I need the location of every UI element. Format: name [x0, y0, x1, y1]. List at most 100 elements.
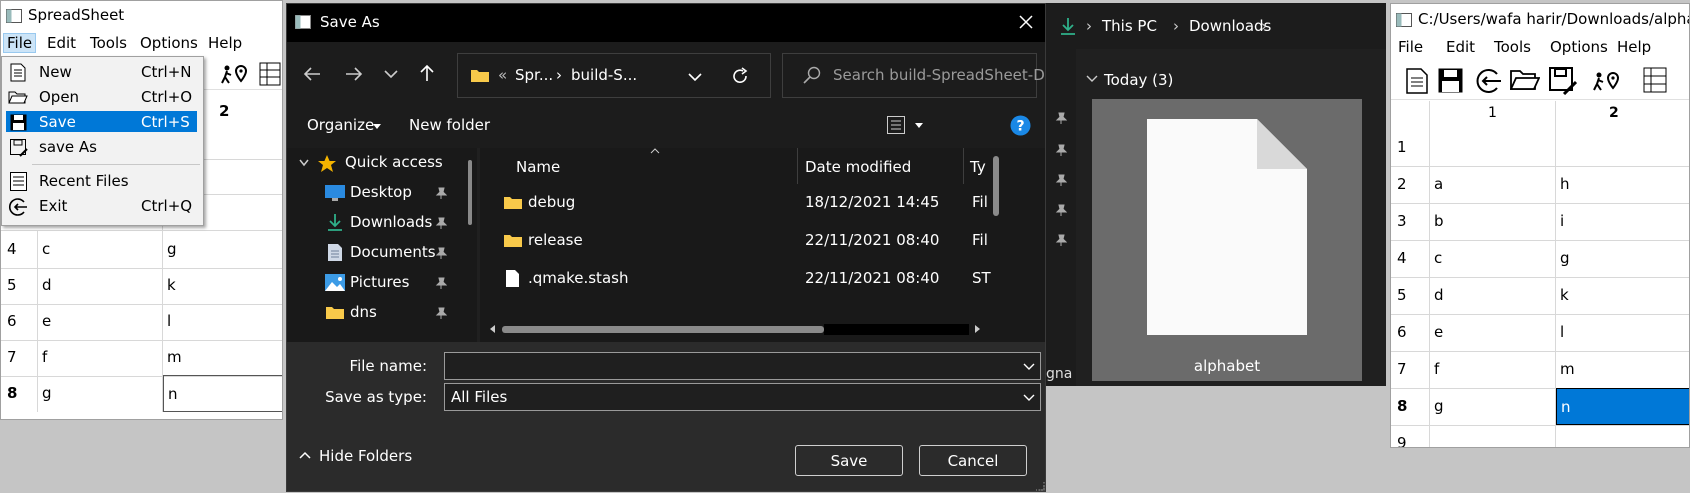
file-row[interactable]: release 22/11/2021 08:40 Fil	[480, 222, 1010, 260]
address-part[interactable]: build-S...	[571, 66, 637, 84]
table-cell-selected[interactable]: n	[1556, 388, 1689, 425]
close-icon[interactable]	[1018, 14, 1034, 30]
chevron-down-icon[interactable]	[1023, 394, 1035, 402]
exit-icon[interactable]	[1474, 67, 1502, 95]
table-cell[interactable]: l	[163, 303, 282, 340]
chevron-down-icon[interactable]	[1023, 363, 1035, 371]
open-folder-icon[interactable]	[1510, 69, 1540, 91]
table-cell[interactable]: g	[1556, 240, 1689, 277]
new-folder-button[interactable]: New folder	[409, 116, 490, 134]
menu-item-save-as[interactable]: save As	[2, 135, 205, 160]
chevron-down-icon[interactable]	[384, 69, 398, 79]
chevron-down-icon[interactable]	[688, 72, 702, 82]
vertical-scrollbar-thumb[interactable]	[993, 156, 999, 216]
table-cell[interactable]: c	[38, 231, 163, 268]
table-cell[interactable]: f	[1430, 351, 1556, 388]
table-cell[interactable]: a	[1430, 166, 1556, 203]
table-cell[interactable]: c	[1430, 240, 1556, 277]
menu-tools[interactable]: Tools	[1494, 38, 1531, 56]
menu-help[interactable]: Help	[208, 34, 242, 52]
table-cell[interactable]: k	[163, 267, 282, 304]
table-cell[interactable]: m	[163, 339, 282, 376]
find-location-icon[interactable]	[1593, 71, 1621, 91]
nav-item-dns[interactable]: dns	[287, 298, 477, 328]
menu-help[interactable]: Help	[1617, 38, 1651, 56]
nav-item-desktop[interactable]: Desktop	[287, 178, 477, 208]
table-icon[interactable]	[1643, 67, 1667, 93]
address-bar[interactable]: « Spr... › build-S...	[457, 53, 771, 98]
nav-item-quick-access[interactable]: Quick access	[287, 148, 477, 178]
menu-item-open[interactable]: Open Ctrl+O	[2, 85, 205, 110]
table-cell[interactable]: m	[1556, 351, 1689, 388]
table-cell[interactable]	[1556, 425, 1689, 447]
find-location-icon[interactable]	[221, 64, 249, 84]
file-name-input[interactable]	[444, 352, 1041, 380]
menu-item-exit[interactable]: Exit Ctrl+Q	[2, 194, 205, 219]
table-cell[interactable]: g	[1430, 388, 1556, 425]
table-cell[interactable]: d	[1430, 277, 1556, 314]
table-cell[interactable]	[1430, 425, 1556, 447]
table-cell[interactable]: k	[1556, 277, 1689, 314]
table-cell[interactable]: l	[1556, 314, 1689, 351]
menu-edit[interactable]: Edit	[1446, 38, 1475, 56]
search-box[interactable]: Search build-SpreadSheet-D...	[782, 53, 1045, 98]
file-row[interactable]: debug 18/12/2021 14:45 Fil	[480, 184, 1010, 222]
save-type-select[interactable]: All Files	[444, 383, 1041, 411]
menu-file[interactable]: File	[2, 33, 37, 53]
view-options-icon[interactable]	[887, 116, 905, 134]
scroll-right-icon[interactable]	[974, 324, 982, 334]
table-cell[interactable]: g	[163, 231, 282, 268]
menu-item-save[interactable]: Save Ctrl+S	[2, 110, 205, 135]
horizontal-scrollbar-thumb[interactable]	[502, 326, 824, 333]
column-header-type[interactable]: Ty	[970, 158, 986, 176]
refresh-icon[interactable]	[731, 67, 749, 85]
menu-edit[interactable]: Edit	[47, 34, 76, 52]
organize-button[interactable]: Organize	[307, 116, 374, 134]
help-icon[interactable]: ?	[1010, 115, 1031, 136]
back-arrow-icon[interactable]	[303, 66, 321, 82]
table-icon[interactable]	[259, 62, 281, 86]
menu-file[interactable]: File	[1398, 38, 1423, 56]
resize-grip-icon[interactable]	[1033, 479, 1045, 491]
expand-chevron-icon[interactable]	[299, 159, 309, 167]
caret-down-icon[interactable]	[915, 123, 923, 128]
table-cell[interactable]: b	[1430, 203, 1556, 240]
file-thumbnail[interactable]: alphabet	[1092, 99, 1362, 381]
table-cell[interactable]: h	[1556, 166, 1689, 203]
column-header-1[interactable]: 1	[1488, 105, 1497, 121]
hide-folders-toggle[interactable]: Hide Folders	[295, 440, 445, 470]
save-button[interactable]: Save	[795, 445, 903, 476]
column-header-name[interactable]: Name	[516, 158, 560, 176]
table-cell[interactable]: g	[38, 375, 163, 412]
table-cell-current[interactable]: n	[163, 375, 282, 412]
menu-item-new[interactable]: New Ctrl+N	[2, 60, 205, 85]
nav-item-pictures[interactable]: Pictures	[287, 268, 477, 298]
save-icon[interactable]	[1438, 68, 1463, 93]
column-header-date[interactable]: Date modified	[805, 158, 911, 176]
breadcrumb-item[interactable]: Downloads	[1189, 17, 1271, 35]
table-cell[interactable]	[1430, 129, 1556, 166]
nav-scrollbar-thumb[interactable]	[468, 160, 472, 225]
table-cell[interactable]: d	[38, 267, 163, 304]
chevron-down-icon[interactable]	[1086, 75, 1098, 83]
table-cell[interactable]: e	[1430, 314, 1556, 351]
nav-item-downloads[interactable]: Downloads	[287, 208, 477, 238]
menu-item-recent-files[interactable]: Recent Files	[2, 169, 205, 194]
menu-options[interactable]: Options	[1550, 38, 1608, 56]
breadcrumb-item[interactable]: This PC	[1102, 17, 1157, 35]
cancel-button[interactable]: Cancel	[919, 445, 1027, 476]
save-as-icon[interactable]	[1549, 67, 1577, 95]
table-cell[interactable]: f	[38, 339, 163, 376]
file-row[interactable]: .qmake.stash 22/11/2021 08:40 ST	[480, 260, 1010, 298]
address-part[interactable]: Spr...	[515, 66, 553, 84]
column-header-2[interactable]: 2	[1609, 105, 1619, 121]
table-cell[interactable]: e	[38, 303, 163, 340]
table-cell[interactable]	[1556, 129, 1689, 166]
forward-arrow-icon[interactable]	[345, 66, 363, 82]
new-file-icon[interactable]	[1406, 68, 1428, 94]
menu-options[interactable]: Options	[140, 34, 198, 52]
up-arrow-icon[interactable]	[419, 64, 435, 82]
menu-tools[interactable]: Tools	[90, 34, 127, 52]
nav-item-documents[interactable]: Documents	[287, 238, 477, 268]
table-cell[interactable]: i	[1556, 203, 1689, 240]
